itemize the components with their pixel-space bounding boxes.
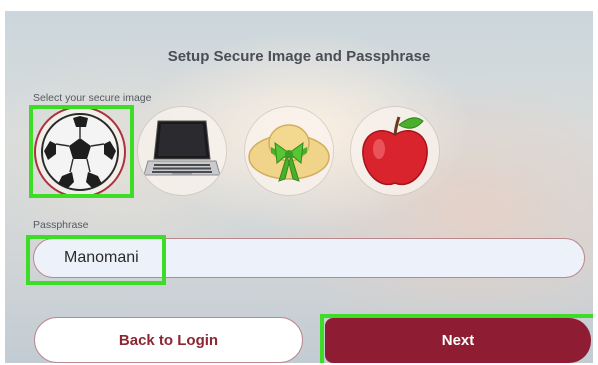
back-to-login-button[interactable]: Back to Login (34, 317, 303, 363)
passphrase-input[interactable] (33, 238, 585, 278)
passphrase-label: Passphrase (33, 219, 89, 231)
page-title: Setup Secure Image and Passphrase (167, 48, 431, 65)
secure-image-option-apple[interactable] (351, 107, 439, 195)
secure-image-label: Select your secure image (33, 92, 152, 104)
secure-image-option-soccer-ball[interactable] (34, 106, 126, 198)
soccer-ball-icon (41, 113, 119, 191)
secure-image-option-straw-hat[interactable] (245, 107, 333, 195)
laptop-icon (143, 120, 221, 176)
apple-icon (362, 116, 428, 186)
secure-image-option-laptop[interactable] (138, 107, 226, 195)
setup-panel: Setup Secure Image and Passphrase Select… (5, 11, 593, 363)
next-button[interactable]: Next (325, 318, 591, 363)
straw-hat-icon (248, 124, 330, 182)
